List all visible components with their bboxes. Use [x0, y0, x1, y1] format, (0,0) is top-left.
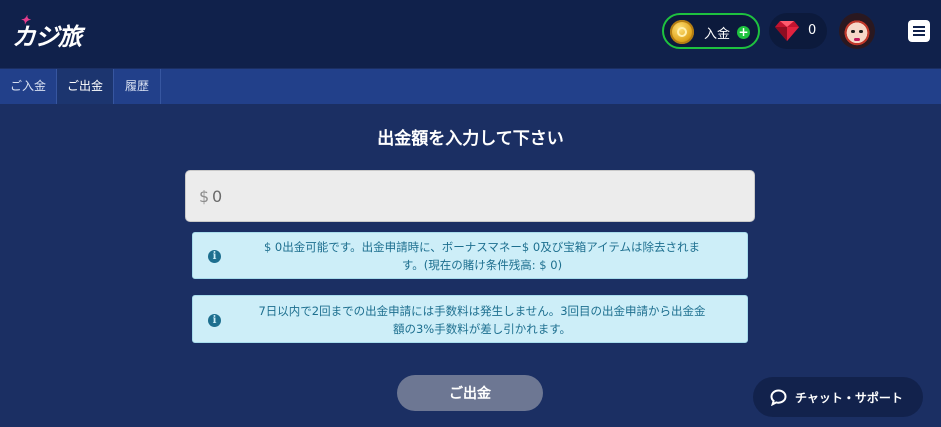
- page-title: 出金額を入力して下さい: [377, 129, 564, 149]
- notice-line: 額の3%手数料が差し引かれます。: [392, 322, 572, 336]
- menu-line: [913, 34, 925, 36]
- tab-bar: ご入金 ご出金 履歴: [0, 69, 941, 104]
- avatar-mouth: [854, 38, 860, 41]
- site-logo[interactable]: ✦ カジ旅: [12, 13, 82, 51]
- avatar-eye-right: [859, 30, 863, 33]
- info-icon: i: [208, 250, 221, 263]
- tab-deposit[interactable]: ご入金: [0, 69, 57, 104]
- tab-history[interactable]: 履歴: [114, 69, 161, 104]
- deposit-label: 入金: [704, 27, 731, 42]
- coin-icon: [670, 20, 694, 44]
- amount-field[interactable]: $: [185, 170, 755, 222]
- logo-sparkle: ✦: [20, 13, 30, 27]
- avatar[interactable]: [839, 13, 875, 49]
- gem-count: 0: [808, 23, 817, 38]
- notice-line: 7日以内で2回までの出金申請には手数料は発生しません。3回目の出金申請から出金金: [258, 304, 706, 318]
- tab-withdraw[interactable]: ご出金: [57, 69, 114, 104]
- avatar-eye-left: [851, 30, 855, 33]
- gem-icon: [775, 21, 799, 41]
- gem-balance[interactable]: 0: [769, 13, 827, 49]
- top-header: ✦ カジ旅 入金 + 0: [0, 0, 941, 68]
- fee-notice: i 7日以内で2回までの出金申請には手数料は発生しません。3回目の出金申請から出…: [192, 295, 748, 343]
- withdraw-button[interactable]: ご出金: [397, 375, 543, 411]
- chat-bubble-icon: [770, 389, 787, 406]
- menu-line: [913, 30, 925, 32]
- notice-text: $ 0出金可能です。出金申請時に、ボーナスマネー$ 0及び宝箱アイテムは除去され…: [223, 238, 741, 274]
- menu-line: [913, 26, 925, 28]
- deposit-button[interactable]: 入金 +: [662, 13, 760, 49]
- info-icon: i: [208, 314, 221, 327]
- chat-support-label: チャット・サポート: [795, 391, 903, 405]
- chat-support-button[interactable]: チャット・サポート: [753, 377, 923, 417]
- plus-icon: +: [737, 25, 750, 39]
- notice-line: す。(現在の賭け条件残高: $ 0): [401, 258, 563, 272]
- notice-line: $ 0出金可能です。出金申請時に、ボーナスマネー$ 0及び宝箱アイテムは除去され…: [263, 240, 701, 254]
- currency-symbol: $: [199, 187, 210, 206]
- amount-input[interactable]: [212, 184, 712, 208]
- withdrawable-notice: i $ 0出金可能です。出金申請時に、ボーナスマネー$ 0及び宝箱アイテムは除去…: [192, 232, 748, 279]
- notice-text: 7日以内で2回までの出金申請には手数料は発生しません。3回目の出金申請から出金金…: [223, 302, 741, 338]
- hamburger-menu-icon[interactable]: [908, 20, 930, 42]
